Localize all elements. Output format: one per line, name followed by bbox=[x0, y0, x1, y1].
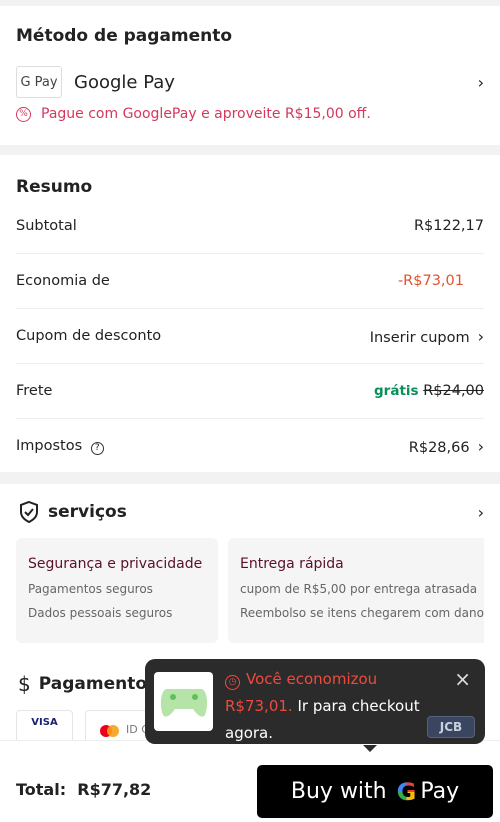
checkout-bar: Total: R$77,82 Buy with G Pay bbox=[0, 740, 500, 822]
money-hand-icon: $ bbox=[18, 672, 31, 696]
savings-row: Economia de -R$73,01 bbox=[16, 254, 484, 309]
gamepad-icon bbox=[160, 688, 207, 717]
row-value: R$28,66 bbox=[408, 440, 470, 456]
row-label: Cupom de desconto bbox=[16, 328, 162, 344]
total-label: Total: bbox=[16, 780, 67, 799]
card-title: Entrega rápida bbox=[240, 556, 344, 572]
coupon-row[interactable]: Cupom de desconto Inserir cupom › bbox=[16, 309, 484, 364]
card-line: Pagamentos seguros bbox=[28, 582, 153, 596]
tooltip-arrow bbox=[363, 745, 377, 752]
card-title: Segurança e privacidade bbox=[28, 556, 203, 572]
google-g-icon: G bbox=[396, 777, 417, 806]
chevron-right-icon: › bbox=[477, 437, 484, 456]
row-value: R$122,17 bbox=[413, 218, 484, 234]
total: Total: R$77,82 bbox=[16, 780, 151, 799]
row-label: Impostos bbox=[16, 438, 83, 455]
method-name: Google Pay bbox=[74, 71, 175, 93]
subtotal-row: Subtotal R$122,17 bbox=[16, 199, 484, 254]
service-card: Segurança e privacidade Pagamentos seguro… bbox=[16, 538, 218, 643]
card-line: Reembolso se itens chegarem com danos bbox=[240, 606, 484, 620]
shield-check-icon bbox=[20, 500, 38, 524]
old-shipping-price: R$24,00 bbox=[423, 383, 484, 399]
card-line: cupom de R$5,00 por entrega atrasada bbox=[240, 582, 478, 596]
clock-icon: ◷ bbox=[225, 675, 240, 690]
summary-section: Resumo Subtotal R$122,17 Economia de -R$73… bbox=[0, 155, 500, 472]
tooltip-heading: ◷ Você economizou bbox=[225, 670, 378, 690]
google-pay-option[interactable]: G Pay Google Pay › bbox=[0, 64, 500, 100]
close-icon[interactable]: × bbox=[454, 667, 471, 691]
row-label: Subtotal bbox=[16, 218, 77, 234]
row-label: Frete bbox=[16, 383, 53, 399]
row-value: -R$73,01 bbox=[397, 273, 464, 289]
chevron-right-icon: › bbox=[477, 502, 484, 522]
tooltip-message: ◷ Você economizou R$73,01. Ir para checko… bbox=[225, 666, 455, 747]
gpay-badge-icon: G Pay bbox=[16, 66, 62, 98]
jcb-logo: JCB bbox=[427, 716, 475, 738]
section-title: Método de pagamento bbox=[16, 26, 233, 46]
section-title: serviços bbox=[48, 502, 127, 522]
total-value: R$77,82 bbox=[77, 780, 152, 799]
insert-coupon-link[interactable]: Inserir cupom bbox=[370, 330, 470, 346]
button-label: Buy with bbox=[290, 779, 387, 804]
row-label: Economia de bbox=[16, 273, 110, 289]
free-shipping: grátis bbox=[374, 383, 419, 399]
service-card: Entrega rápida cupom de R$5,00 por entreg… bbox=[228, 538, 484, 643]
section-title: Resumo bbox=[16, 177, 93, 197]
chevron-right-icon: › bbox=[477, 72, 484, 92]
buy-with-google-pay-button[interactable]: Buy with G Pay bbox=[257, 765, 493, 818]
services-header[interactable]: serviços › bbox=[18, 500, 484, 524]
savings-amount: R$73,01. bbox=[225, 697, 293, 715]
help-icon[interactable]: ? bbox=[90, 441, 104, 455]
promo-message: % Pague com GooglePay e aproveite R$15,0… bbox=[16, 106, 371, 122]
product-thumbnail bbox=[154, 672, 213, 731]
pay-label: Pay bbox=[420, 779, 460, 804]
taxes-row[interactable]: Impostos ? R$28,66 › bbox=[16, 419, 484, 474]
card-line: Dados pessoais seguros bbox=[28, 606, 173, 620]
promo-text: Pague com GooglePay e aproveite R$15,00 … bbox=[41, 106, 371, 122]
tooltip-title: Você economizou bbox=[246, 670, 378, 688]
chevron-right-icon: › bbox=[477, 326, 484, 346]
payment-method-section: Método de pagamento G Pay Google Pay › %… bbox=[0, 6, 500, 145]
discount-icon: % bbox=[16, 106, 31, 122]
shipping-row: Frete grátis R$24,00 bbox=[16, 364, 484, 419]
